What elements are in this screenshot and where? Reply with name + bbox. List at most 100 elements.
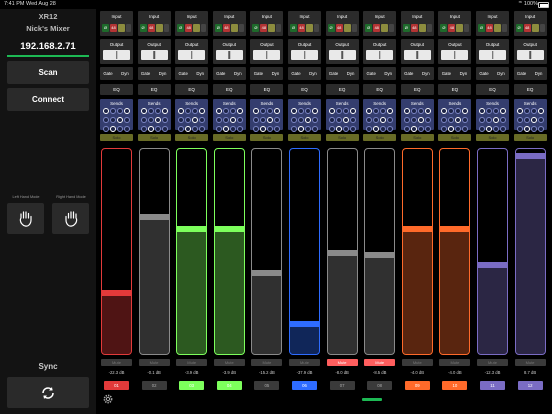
- dyn-button[interactable]: Dyn: [192, 67, 208, 80]
- dyn-button[interactable]: Dyn: [117, 67, 133, 80]
- send-knob[interactable]: [291, 108, 297, 114]
- phantom-48v-toggle[interactable]: 48: [410, 24, 418, 32]
- send-knob[interactable]: [192, 126, 199, 132]
- phase-toggle[interactable]: Ø: [365, 24, 373, 32]
- send-knob[interactable]: [222, 126, 229, 132]
- send-knob[interactable]: [349, 117, 356, 123]
- mute-button[interactable]: Mute: [138, 359, 170, 366]
- gate-button[interactable]: Gate: [213, 67, 229, 80]
- send-knob[interactable]: [523, 117, 530, 123]
- input-section[interactable]: Input Ø 48: [100, 11, 133, 36]
- channel-fader[interactable]: [138, 148, 170, 355]
- send-knob[interactable]: [486, 126, 492, 132]
- send-knob[interactable]: [161, 117, 168, 123]
- send-knob[interactable]: [537, 108, 544, 114]
- send-knob[interactable]: [530, 117, 537, 123]
- send-knob[interactable]: [441, 117, 448, 123]
- input-section[interactable]: Input Ø 48: [513, 11, 547, 36]
- channel-fader[interactable]: [514, 148, 546, 355]
- send-knob[interactable]: [147, 126, 154, 132]
- send-knob[interactable]: [298, 108, 304, 114]
- gate-button[interactable]: Gate: [288, 67, 304, 80]
- mute-button[interactable]: Mute: [401, 359, 433, 366]
- input-section[interactable]: Input Ø 48: [476, 11, 509, 36]
- input-section[interactable]: Input Ø 48: [288, 11, 321, 36]
- send-knob[interactable]: [366, 117, 373, 123]
- send-knob[interactable]: [274, 108, 281, 114]
- send-knob[interactable]: [110, 126, 116, 132]
- solo-button[interactable]: Solo: [137, 134, 171, 141]
- output-pan-bar[interactable]: [366, 50, 394, 60]
- phase-toggle[interactable]: Ø: [327, 24, 335, 32]
- send-knob[interactable]: [335, 117, 342, 123]
- settings-gear-icon[interactable]: [102, 393, 114, 405]
- phantom-48v-toggle[interactable]: 48: [147, 24, 155, 32]
- send-knob[interactable]: [185, 108, 192, 114]
- channel-fader[interactable]: [401, 148, 433, 355]
- send-knob[interactable]: [349, 108, 356, 114]
- output-section[interactable]: Output: [438, 39, 472, 64]
- lowcut-toggle[interactable]: [456, 24, 464, 32]
- send-knob[interactable]: [140, 108, 147, 114]
- send-knob[interactable]: [124, 117, 130, 123]
- output-section[interactable]: Output: [400, 39, 434, 64]
- send-knob[interactable]: [516, 108, 523, 114]
- solo-button[interactable]: Solo: [250, 134, 284, 141]
- send-knob[interactable]: [424, 108, 431, 114]
- phase-toggle[interactable]: Ø: [214, 24, 222, 32]
- send-knob[interactable]: [215, 126, 222, 132]
- send-knob[interactable]: [260, 108, 267, 114]
- sends-section[interactable]: Sends: [438, 99, 472, 132]
- send-knob[interactable]: [147, 108, 154, 114]
- send-knob[interactable]: [424, 126, 431, 132]
- channel-number[interactable]: 06: [292, 381, 317, 390]
- send-knob[interactable]: [380, 117, 387, 123]
- dyn-button[interactable]: Dyn: [531, 67, 547, 80]
- send-knob[interactable]: [373, 117, 380, 123]
- send-knob[interactable]: [373, 126, 380, 132]
- send-knob[interactable]: [178, 126, 185, 132]
- send-knob[interactable]: [236, 108, 243, 114]
- dyn-button[interactable]: Dyn: [455, 67, 471, 80]
- input-section[interactable]: Input Ø 48: [175, 11, 209, 36]
- input-section[interactable]: Input Ø 48: [400, 11, 434, 36]
- eq-button[interactable]: EQ: [137, 84, 171, 95]
- send-knob[interactable]: [229, 117, 236, 123]
- fader-cap[interactable]: [402, 226, 432, 232]
- send-knob[interactable]: [387, 108, 394, 114]
- output-pan-bar[interactable]: [140, 50, 168, 60]
- mute-button[interactable]: Mute: [477, 359, 508, 366]
- send-knob[interactable]: [403, 108, 410, 114]
- channel-number[interactable]: 03: [179, 381, 205, 390]
- lowcut-toggle[interactable]: [230, 24, 238, 32]
- phase-toggle[interactable]: Ø: [290, 24, 297, 32]
- mute-button[interactable]: Mute: [213, 359, 245, 366]
- phase-toggle[interactable]: Ø: [402, 24, 410, 32]
- send-knob[interactable]: [455, 117, 462, 123]
- output-section[interactable]: Output: [513, 39, 547, 64]
- send-knob[interactable]: [312, 117, 318, 123]
- phantom-48v-toggle[interactable]: 48: [448, 24, 456, 32]
- send-knob[interactable]: [328, 117, 335, 123]
- sends-section[interactable]: Sends: [137, 99, 171, 132]
- lowcut-toggle[interactable]: [381, 24, 389, 32]
- eq-button[interactable]: EQ: [175, 84, 209, 95]
- send-knob[interactable]: [199, 117, 206, 123]
- send-knob[interactable]: [305, 117, 311, 123]
- channel-number[interactable]: 05: [254, 381, 280, 390]
- send-knob[interactable]: [192, 108, 199, 114]
- output-section[interactable]: Output: [288, 39, 321, 64]
- mute-button[interactable]: Mute: [251, 359, 283, 366]
- send-knob[interactable]: [117, 126, 123, 132]
- send-knob[interactable]: [253, 108, 260, 114]
- channel-fader[interactable]: [176, 148, 208, 355]
- phantom-48v-toggle[interactable]: 48: [260, 24, 268, 32]
- sends-section[interactable]: Sends: [288, 99, 321, 132]
- send-knob[interactable]: [199, 126, 206, 132]
- send-knob[interactable]: [523, 108, 530, 114]
- send-knob[interactable]: [154, 108, 161, 114]
- send-knob[interactable]: [516, 126, 523, 132]
- send-knob[interactable]: [305, 108, 311, 114]
- gate-button[interactable]: Gate: [476, 67, 492, 80]
- mute-button[interactable]: Mute: [326, 359, 358, 366]
